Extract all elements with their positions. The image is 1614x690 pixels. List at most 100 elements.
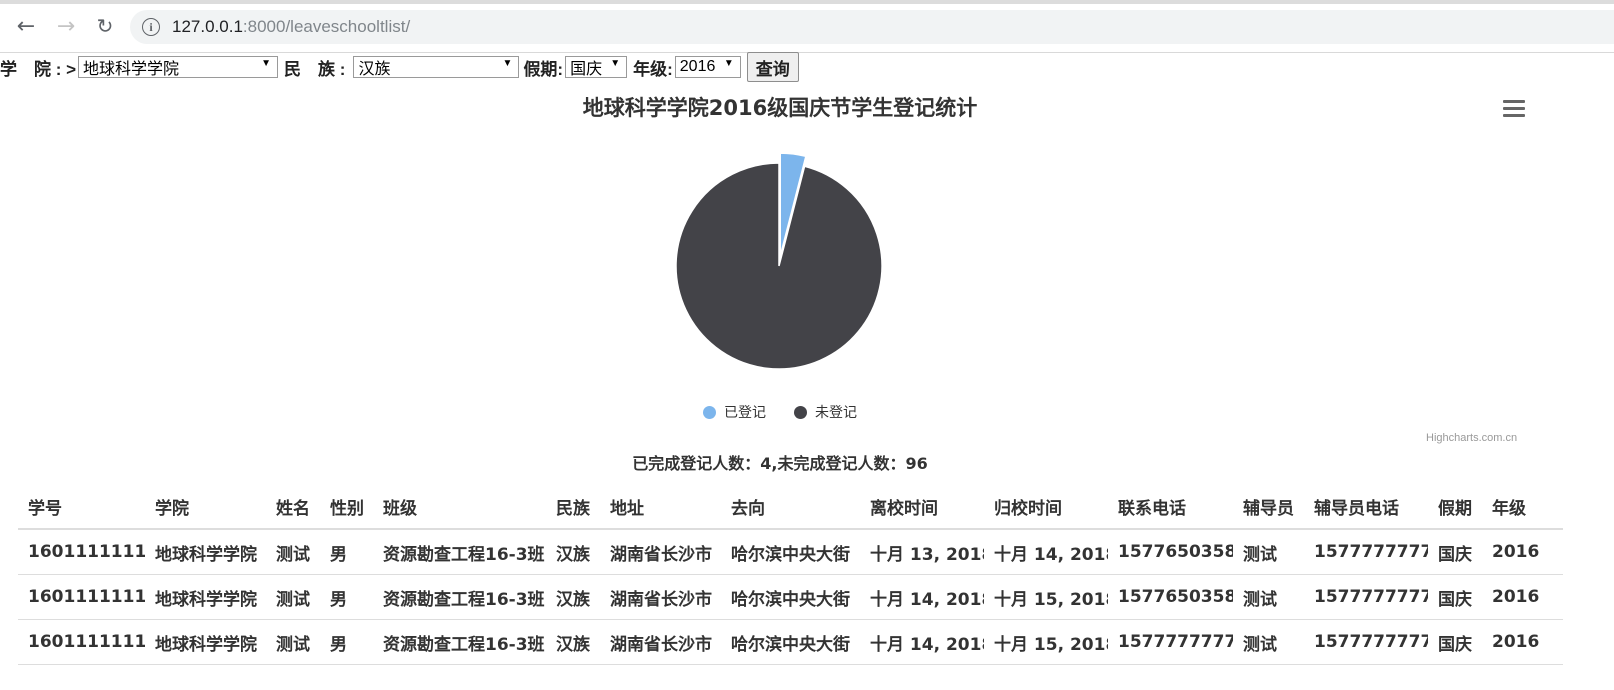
- table-cell: 十月 15, 2018: [984, 574, 1108, 620]
- site-info-icon[interactable]: i: [142, 18, 160, 36]
- column-header: 班级: [373, 484, 546, 530]
- pie-chart: [675, 152, 883, 370]
- table-cell: 十月 14, 2018: [860, 619, 984, 665]
- table-row: 160111111114地球科学学院测试男资源勘查工程16-3班汉族湖南省长沙市…: [18, 619, 1563, 665]
- table-cell: 十月 15, 2018: [984, 619, 1108, 665]
- legend-label: 已登记: [724, 404, 766, 420]
- table-cell: 十月 14, 2018: [984, 529, 1108, 575]
- column-header: 去向: [721, 484, 860, 530]
- table-cell: 汉族: [546, 619, 600, 665]
- table-cell: 160111111113: [18, 574, 145, 620]
- column-header: 辅导员电话: [1304, 484, 1428, 530]
- table-cell: 湖南省长沙市: [600, 529, 721, 575]
- college-label: 学 院 : >: [0, 59, 77, 79]
- dropdown-arrow-icon: ▼: [261, 58, 272, 69]
- pie-slice-unregistered[interactable]: [675, 162, 883, 370]
- table-cell: 地球科学学院: [145, 574, 266, 620]
- legend-item-unregistered[interactable]: 未登记: [794, 402, 857, 422]
- legend-label: 未登记: [815, 404, 857, 420]
- table-cell: 资源勘查工程16-3班: [373, 529, 546, 575]
- table-cell: 汉族: [546, 529, 600, 575]
- table-cell: 测试: [1233, 574, 1304, 620]
- column-header: 姓名: [266, 484, 320, 530]
- table-cell: 国庆: [1428, 529, 1482, 575]
- table-cell: 15777777777: [1108, 619, 1233, 665]
- table-cell: 资源勘查工程16-3班: [373, 574, 546, 620]
- query-button[interactable]: 查询: [746, 52, 799, 82]
- legend-dot: [703, 405, 716, 419]
- table-cell: 15777777777: [1304, 574, 1428, 620]
- table-cell: 汉族: [546, 574, 600, 620]
- table-cell: 哈尔滨中央大街: [721, 529, 860, 575]
- table-cell: 地球科学学院: [145, 529, 266, 575]
- table-header-row: 学号 学院 姓名 性别 班级 民族 地址 去向 离校时间 归校时间 联系电话 辅导员 辅导员电话 假期 年级: [18, 484, 1563, 530]
- ethnicity-label: 民 族 :: [284, 59, 346, 79]
- column-header: 假期: [1428, 484, 1482, 530]
- table-cell: 15776503584: [1108, 574, 1233, 620]
- registration-summary: 已完成登记人数：4,未完成登记人数：96: [632, 454, 928, 473]
- hamburger-menu-icon[interactable]: [1503, 100, 1525, 120]
- table-cell: 地球科学学院: [145, 619, 266, 665]
- legend-dot: [794, 405, 807, 419]
- column-header: 学院: [145, 484, 266, 530]
- dropdown-arrow-icon: ▼: [610, 58, 621, 69]
- dropdown-arrow-icon: ▼: [723, 58, 734, 69]
- table-body: 160111111112地球科学学院测试男资源勘查工程16-3班汉族湖南省长沙市…: [18, 529, 1563, 665]
- table-cell: 2016: [1482, 619, 1563, 665]
- table-cell: 测试: [1233, 619, 1304, 665]
- column-header: 离校时间: [860, 484, 984, 530]
- table-cell: 测试: [266, 529, 320, 575]
- table-cell: 国庆: [1428, 619, 1482, 665]
- holiday-select-value: 国庆: [570, 61, 603, 78]
- chart-title: 地球科学学院2016级国庆节学生登记统计: [582, 96, 978, 120]
- table-cell: 2016: [1482, 529, 1563, 575]
- holiday-label: 假期:: [523, 59, 564, 79]
- table-cell: 男: [320, 529, 373, 575]
- table-cell: 测试: [1233, 529, 1304, 575]
- column-header: 学号: [18, 484, 145, 530]
- table-cell: 15776503584: [1108, 529, 1233, 575]
- student-table: 学号 学院 姓名 性别 班级 民族 地址 去向 离校时间 归校时间 联系电话 辅导员 辅导员电话 假期 年级…: [18, 484, 1563, 665]
- ethnicity-select[interactable]: 汉族 ▼: [353, 56, 520, 78]
- back-arrow-icon[interactable]: ←: [12, 12, 40, 40]
- reload-icon[interactable]: ↻: [91, 12, 119, 40]
- column-header: 归校时间: [984, 484, 1108, 530]
- table-cell: 2016: [1482, 574, 1563, 620]
- address-bar[interactable]: i 127.0.0.1:8000/leaveschooltlist/: [130, 10, 1614, 44]
- chart-credits[interactable]: Highcharts.com.cn: [1426, 432, 1517, 444]
- table-cell: 哈尔滨中央大街: [721, 619, 860, 665]
- table-cell: 男: [320, 574, 373, 620]
- table-cell: 湖南省长沙市: [600, 619, 721, 665]
- legend-item-registered[interactable]: 已登记: [703, 402, 766, 422]
- holiday-select[interactable]: 国庆 ▼: [565, 56, 628, 78]
- column-header: 性别: [320, 484, 373, 530]
- table-cell: 湖南省长沙市: [600, 574, 721, 620]
- column-header: 联系电话: [1108, 484, 1233, 530]
- table-cell: 测试: [266, 574, 320, 620]
- table-cell: 资源勘查工程16-3班: [373, 619, 546, 665]
- table-cell: 国庆: [1428, 574, 1482, 620]
- table-cell: 160111111114: [18, 619, 145, 665]
- column-header: 民族: [546, 484, 600, 530]
- table-cell: 十月 13, 2018: [860, 529, 984, 575]
- table-cell: 哈尔滨中央大街: [721, 574, 860, 620]
- table-cell: 15777777777: [1304, 529, 1428, 575]
- url-text[interactable]: 127.0.0.1:8000/leaveschooltlist/: [172, 17, 410, 37]
- tab-strip-edge: [0, 0, 1614, 4]
- forward-arrow-icon[interactable]: →: [52, 12, 80, 40]
- column-header: 地址: [600, 484, 721, 530]
- table-cell: 十月 14, 2018: [860, 574, 984, 620]
- grade-select[interactable]: 2016 ▼: [674, 56, 741, 78]
- college-select[interactable]: 地球科学学院 ▼: [78, 56, 279, 78]
- college-select-value: 地球科学学院: [83, 61, 180, 78]
- table-cell: 测试: [266, 619, 320, 665]
- table-row: 160111111112地球科学学院测试男资源勘查工程16-3班汉族湖南省长沙市…: [18, 529, 1563, 575]
- table-row: 160111111113地球科学学院测试男资源勘查工程16-3班汉族湖南省长沙市…: [18, 574, 1563, 620]
- column-header: 辅导员: [1233, 484, 1304, 530]
- column-header: 年级: [1482, 484, 1563, 530]
- ethnicity-select-value: 汉族: [358, 61, 391, 78]
- grade-label: 年级:: [633, 59, 673, 79]
- url-path: :8000/leaveschooltlist/: [242, 17, 411, 36]
- browser-toolbar: ← → ↻ i 127.0.0.1:8000/leaveschooltlist/: [0, 0, 1614, 53]
- dropdown-arrow-icon: ▼: [502, 58, 513, 69]
